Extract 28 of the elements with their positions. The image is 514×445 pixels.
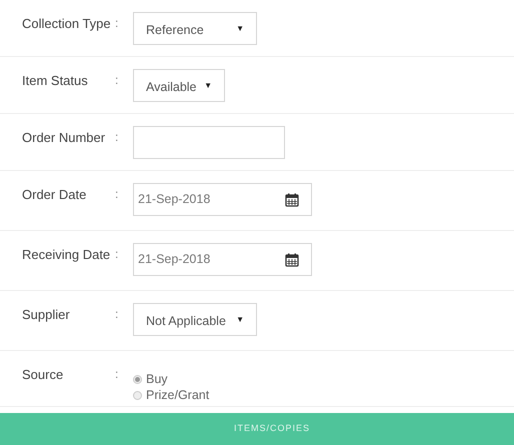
dropdown[interactable]: Reference ▼ [133, 12, 257, 45]
calendar-icon [285, 192, 299, 206]
colon: : [115, 246, 120, 263]
field-label: Collection Type [22, 15, 112, 33]
field-label: Receiving Date [22, 246, 112, 264]
colon: : [115, 306, 120, 323]
section-bar: ITEMS/COPIES [0, 413, 514, 445]
input-field[interactable] [133, 126, 285, 159]
caret-icon: ▼ [204, 80, 212, 92]
colon: : [115, 186, 120, 203]
radio-option[interactable]: Buy [133, 371, 210, 387]
field-label: Order Number [22, 129, 106, 147]
caret-icon: ▼ [236, 22, 244, 34]
calendar-icon [285, 252, 299, 266]
field-label: Source [22, 366, 64, 384]
field-label: Order Date [22, 186, 88, 204]
field-label: Item Status [22, 72, 89, 90]
colon: : [115, 15, 120, 32]
dropdown[interactable]: Available ▼ [133, 69, 225, 102]
colon: : [115, 129, 120, 146]
caret-icon: ▼ [236, 314, 244, 326]
radio-option[interactable]: Prize/Grant [133, 387, 210, 403]
field-label: Supplier [22, 306, 71, 324]
dropdown[interactable]: Not Applicable ▼ [133, 303, 257, 336]
date-field[interactable]: 21-Sep-2018 [133, 243, 312, 276]
date-field[interactable]: 21-Sep-2018 [133, 183, 312, 216]
colon: : [115, 72, 120, 89]
colon: : [115, 366, 120, 383]
